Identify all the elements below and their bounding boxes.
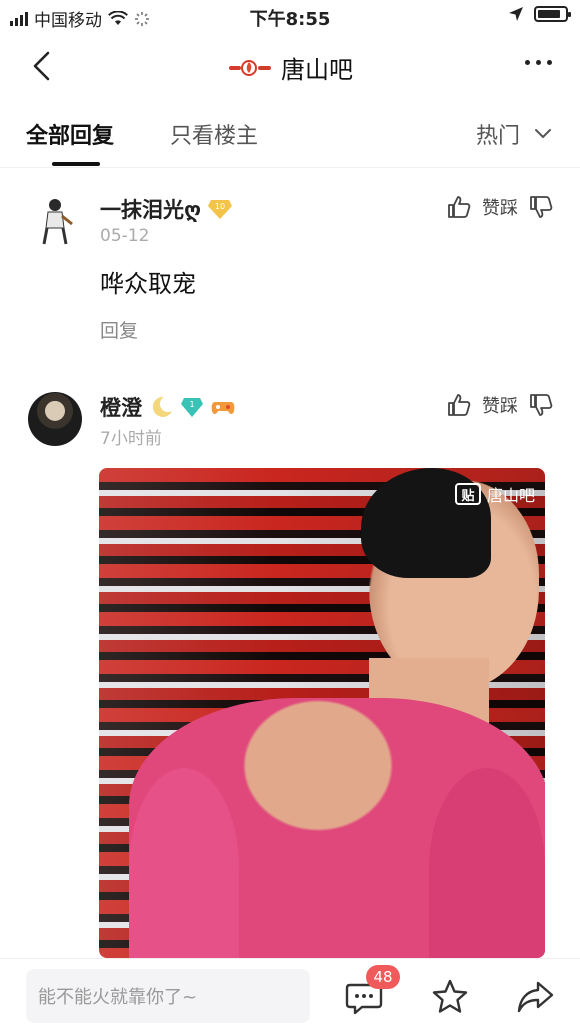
username[interactable]: 橙澄 <box>100 392 142 422</box>
timestamp: 05-12 <box>100 226 150 246</box>
status-right <box>508 6 571 22</box>
tab-op-only[interactable]: 只看楼主 <box>170 118 258 150</box>
thumbs-up-icon[interactable] <box>446 194 472 220</box>
bar-name: 唐山吧 <box>281 56 353 84</box>
tab-all-replies[interactable]: 全部回复 <box>26 118 114 150</box>
gamepad-badge-icon <box>211 402 235 414</box>
more-dots-icon[interactable] <box>525 60 552 65</box>
username-row: 橙澄 1 <box>100 392 236 422</box>
bar-logo-icon <box>229 59 271 76</box>
timestamp: 7小时前 <box>100 429 162 449</box>
status-bar: 中国移动 下午8:55 <box>0 0 580 32</box>
vote-label: 赞踩 <box>482 198 518 219</box>
person-arm-right <box>429 768 545 958</box>
avatar[interactable] <box>28 392 82 446</box>
username[interactable]: 一抹泪光ღ <box>100 194 201 224</box>
reply-tabs: 全部回复 只看楼主 热门 <box>0 108 580 168</box>
star-icon[interactable] <box>430 977 470 1017</box>
thumbs-down-icon[interactable] <box>528 194 554 220</box>
status-time: 下午8:55 <box>249 9 331 30</box>
reply-link[interactable]: 回复 <box>100 316 138 343</box>
sort-dropdown[interactable]: 热门 <box>476 118 552 150</box>
thumbs-down-icon[interactable] <box>528 392 554 418</box>
vote-label: 赞踩 <box>482 396 518 417</box>
nav-title[interactable]: 唐山吧 <box>0 50 580 85</box>
comment-count-badge: 48 <box>366 965 400 989</box>
thumbs-up-icon[interactable] <box>446 392 472 418</box>
location-arrow-icon <box>509 7 523 21</box>
sort-label: 热门 <box>475 124 520 149</box>
moon-badge-icon <box>152 396 172 417</box>
share-icon[interactable] <box>516 977 556 1017</box>
level-number: 1 <box>189 400 194 409</box>
level-number: 10 <box>215 202 225 211</box>
level-badge-icon: 10 <box>208 200 233 219</box>
watermark-text: 唐山吧 <box>486 486 535 505</box>
vote-group: 赞踩 <box>446 392 554 418</box>
post-image[interactable]: 贴 唐山吧 <box>99 468 545 958</box>
vote-group: 赞踩 <box>446 194 554 220</box>
battery-icon <box>534 6 571 22</box>
username-row: 一抹泪光ღ 10 <box>100 194 233 224</box>
tieba-paw-icon: 贴 <box>454 483 481 505</box>
bottom-bar: 能不能火就靠你了~ 48 <box>0 958 580 1032</box>
nav-bar: 唐山吧 <box>0 36 580 96</box>
chevron-down-icon <box>535 129 551 139</box>
battery-fill <box>538 10 561 18</box>
avatar[interactable] <box>28 194 82 248</box>
person-arm-left <box>129 768 239 958</box>
tab-indicator <box>52 162 100 166</box>
comment-text: 哗众取宠 <box>100 270 196 298</box>
image-watermark: 贴 唐山吧 <box>454 482 535 506</box>
reply-input[interactable]: 能不能火就靠你了~ <box>26 969 310 1023</box>
level-badge-icon: 1 <box>181 398 203 417</box>
